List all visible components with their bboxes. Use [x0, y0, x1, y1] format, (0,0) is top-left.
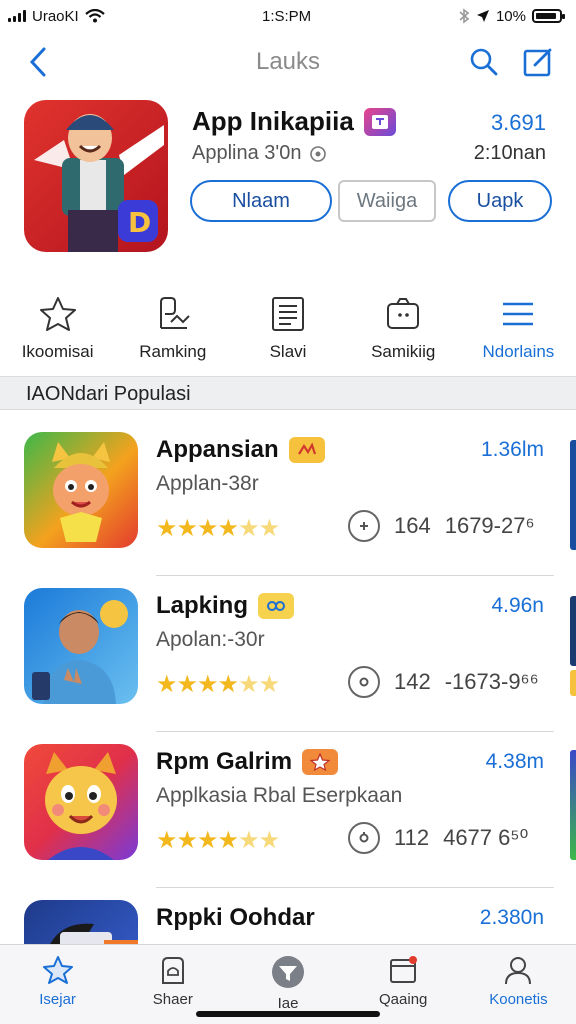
- nav-bar: Lauks: [0, 38, 576, 86]
- tab-label: Koonetis: [489, 991, 548, 1008]
- rating-count: 164: [394, 513, 431, 538]
- calendar-icon: [390, 956, 418, 983]
- app-extra: -1673-9⁶⁶: [444, 669, 539, 694]
- category-ramking[interactable]: Ramking: [115, 296, 230, 376]
- home-indicator[interactable]: [196, 1011, 380, 1017]
- tab-label: Qaaing: [379, 991, 428, 1008]
- battery-percent: 10%: [495, 7, 526, 25]
- app-size: 4.38m: [485, 750, 544, 773]
- app-title: Rppki Oohdar: [156, 904, 315, 931]
- carrier-label: UraoKI: [32, 7, 79, 25]
- list-item[interactable]: Appansian Applan-38r ★★★★★★ 1.36lm 164 1…: [0, 420, 576, 576]
- carousel-edge: [570, 596, 576, 666]
- carousel-edge: [570, 750, 576, 860]
- search-button[interactable]: [466, 44, 502, 80]
- app-badge-icon: [302, 749, 339, 775]
- rating-stars: ★★★★★★: [156, 671, 280, 698]
- category-bar: Ikoomisai Ramking Slavi Samikiig Ndorlai…: [0, 296, 576, 376]
- back-button[interactable]: [20, 44, 56, 80]
- app-size: 4.96n: [491, 594, 544, 617]
- featured-app-size: 3.691: [490, 110, 546, 135]
- person-icon: [505, 957, 532, 985]
- waiiga-button[interactable]: Waiiga: [338, 180, 436, 222]
- carousel-edge: [570, 670, 576, 696]
- ranking-icon: [159, 297, 190, 329]
- app-subtitle: Applkasia Rbal Eserpkaan: [156, 784, 403, 807]
- star-icon: [42, 956, 73, 984]
- star-icon: [39, 297, 76, 331]
- category-ndorlains[interactable]: Ndorlains: [461, 296, 576, 376]
- app-size: 1.36lm: [480, 438, 544, 461]
- app-size: 2.380n: [479, 906, 544, 929]
- download-icon[interactable]: [348, 510, 380, 542]
- category-samikiig[interactable]: Samikiig: [346, 296, 461, 376]
- tab-label: Shaer: [152, 991, 193, 1008]
- search-icon: [470, 48, 498, 76]
- status-bar: UraoKI 1:S:PM 10%: [0, 0, 576, 32]
- download-icon[interactable]: [348, 822, 380, 854]
- app-thumbnail: [24, 588, 138, 704]
- app-title: Rpm Galrim: [156, 748, 293, 775]
- app-thumbnail: [24, 900, 138, 944]
- category-label: Ramking: [139, 342, 207, 361]
- category-label: Samikiig: [371, 342, 436, 361]
- compose-icon: [523, 48, 552, 77]
- nlaam-button[interactable]: Nlaam: [190, 180, 332, 222]
- character-illustration: D: [34, 114, 164, 252]
- featured-app-icon[interactable]: D: [24, 100, 168, 252]
- battery-icon: [532, 9, 565, 23]
- list-item[interactable]: Lapking Apolan:-30r ★★★★★★ 4.96n 142 -16…: [0, 576, 576, 732]
- rating-stars: ★★★★★★: [156, 515, 280, 542]
- tab-label: Isejar: [39, 991, 76, 1008]
- info-icon: [310, 145, 327, 162]
- uapk-button[interactable]: Uapk: [448, 180, 552, 222]
- clock: 1:S:PM: [262, 7, 312, 25]
- shop-icon: [161, 957, 184, 984]
- featured-app-downloads: 2:10nan: [473, 142, 546, 164]
- tab-koonetis[interactable]: Koonetis: [461, 945, 576, 1024]
- app-thumbnail: [24, 744, 138, 860]
- chevron-left-icon: [29, 47, 46, 77]
- featured-app-name: App Inikapiia: [192, 106, 354, 136]
- signal-icon: [8, 10, 26, 22]
- tab-label: Iae: [277, 995, 299, 1012]
- category-label: Ndorlains: [482, 342, 555, 361]
- app-list: Appansian Applan-38r ★★★★★★ 1.36lm 164 1…: [0, 420, 576, 944]
- category-slavi[interactable]: Slavi: [230, 296, 345, 376]
- rating-count: 142: [394, 669, 431, 694]
- app-extra: 4677 6⁵⁰: [443, 825, 529, 850]
- featured-app: D App Inikapiia Applina 3'0n 3.691 2:10n…: [0, 100, 576, 260]
- category-label: Ikoomisai: [21, 342, 94, 361]
- app-title: Appansian: [156, 436, 279, 463]
- carousel-edge: [570, 440, 576, 550]
- location-icon: [476, 10, 489, 22]
- rating-count: 112: [394, 825, 430, 850]
- category-label: Slavi: [269, 342, 307, 361]
- list-icon: [272, 297, 304, 331]
- app-title: Lapking: [156, 592, 249, 619]
- list-item[interactable]: Rppki Oohdar 2.380n: [0, 888, 576, 944]
- app-badge-icon: [363, 107, 396, 136]
- app-badge-icon: [288, 437, 325, 463]
- bluetooth-icon: [459, 8, 470, 24]
- tab-isejar[interactable]: Isejar: [0, 945, 115, 1024]
- app-extra: 1679-27⁶: [444, 513, 535, 538]
- rating-stars: ★★★★★★: [156, 827, 280, 854]
- camera-icon: [387, 298, 420, 329]
- featured-app-subtitle: Applina 3'0n: [192, 142, 302, 164]
- compose-button[interactable]: [520, 44, 556, 80]
- app-thumbnail: [24, 432, 138, 548]
- wifi-icon: [84, 9, 105, 23]
- funnel-icon: [272, 956, 304, 988]
- app-badge-icon: [258, 593, 295, 619]
- download-icon[interactable]: [348, 666, 380, 698]
- category-ikoomisai[interactable]: Ikoomisai: [0, 296, 115, 376]
- section-header: IAONdari Populasi: [0, 376, 576, 410]
- app-subtitle: Apolan:-30r: [156, 628, 265, 651]
- list-item[interactable]: Rpm Galrim Applkasia Rbal Eserpkaan ★★★★…: [0, 732, 576, 888]
- app-subtitle: Applan-38r: [156, 472, 259, 495]
- menu-icon: [503, 302, 534, 326]
- svg-text:D: D: [128, 206, 151, 239]
